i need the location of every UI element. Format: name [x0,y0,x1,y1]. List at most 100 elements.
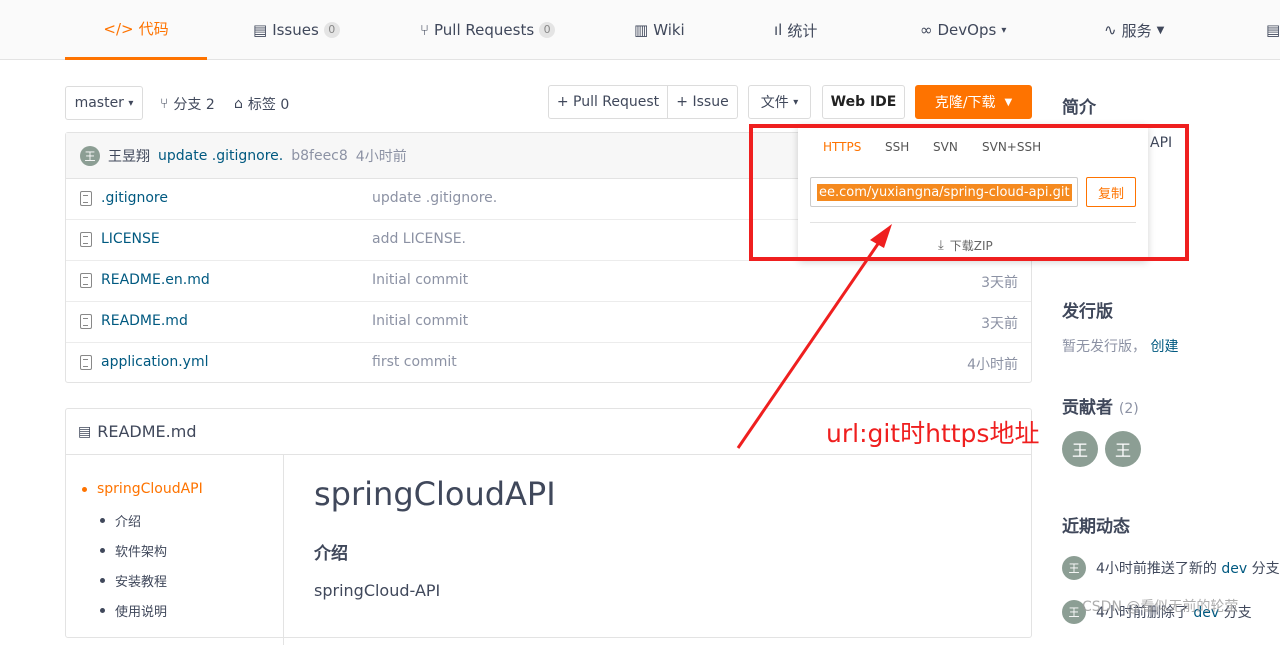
avatar[interactable]: 王 [1062,556,1086,580]
file-name[interactable]: .gitignore [101,190,168,206]
branches-link[interactable]: ⑂ 分支 2 [160,94,215,114]
commit-hash[interactable]: b8feec8 [291,148,348,164]
tab-service-label: 服务 [1121,21,1152,40]
intro-heading: 简介 [1062,98,1096,118]
infinity-icon: ∞ [920,21,933,39]
release-heading: 发行版 [1062,302,1113,322]
file-name[interactable]: README.md [101,313,188,329]
file-time: 3天前 [981,275,1018,291]
tab-code[interactable]: </> 代码 [65,0,207,60]
pr-count-badge: 0 [539,22,556,38]
tab-service[interactable]: ∿ 服务 ▼ [1104,0,1164,60]
toc-item[interactable]: 安装教程 [100,571,167,590]
web-ide-button[interactable]: Web IDE [822,85,905,119]
tags-label: 标签 0 [247,97,290,113]
tag-icon: ⌂ [234,96,243,112]
book-icon: ▥ [634,21,649,39]
file-time: 3天前 [981,316,1018,332]
file-commit-message[interactable]: Initial commit [372,313,468,329]
annotation-label: url:git时https地址 [826,419,1040,448]
readme-toc: springCloudAPI 介绍 软件架构 安装教程 使用说明 [66,455,284,645]
toc-label: springCloudAPI [97,481,203,497]
file-name[interactable]: LICENSE [101,231,160,247]
file-commit-message[interactable]: first commit [372,354,457,370]
activity-text-suffix: 分支 [1251,561,1280,577]
new-pull-request-button[interactable]: + Pull Request [548,85,668,119]
new-pull-request-label: + Pull Request [556,94,660,110]
toc-item[interactable]: springCloudAPI [82,481,203,497]
tab-devops[interactable]: ∞ DevOps ▾ [920,0,1006,60]
bullet-icon [100,578,105,583]
tab-pr-label: Pull Requests [434,21,535,39]
activity-branch-link[interactable]: dev [1221,561,1247,577]
file-icon [80,191,92,206]
bullet-icon [100,518,105,523]
branch-icon: ⑂ [160,96,169,112]
avatar[interactable]: 王 [80,145,100,166]
commit-message[interactable]: update .gitignore. [158,148,283,164]
tab-code-label: 代码 [138,20,169,38]
file-name[interactable]: application.yml [101,354,209,370]
avatar[interactable]: 王 [1105,431,1141,467]
create-release-link[interactable]: 创建 [1150,339,1178,355]
tab-stats-label: 统计 [787,21,818,40]
file-icon [80,232,92,247]
tab-pull-requests[interactable]: ⑂ Pull Requests 0 [420,0,556,60]
file-commit-message[interactable]: update .gitignore. [372,190,497,206]
tab-wiki-label: Wiki [653,21,685,39]
commit-time: 4小时前 [355,148,407,165]
table-row[interactable]: README.en.md Initial commit 3天前 [66,261,1031,302]
issues-count-badge: 0 [323,22,340,38]
bullet-icon [82,486,87,492]
toc-item[interactable]: 介绍 [100,511,141,530]
branch-select[interactable]: master ▾ [65,86,143,120]
clone-download-button[interactable]: 克隆/下载 ▼ [915,85,1032,119]
readme-filename: README.md [97,422,197,441]
activity-item: 4小时前推送了新的 dev 分支 [1096,558,1280,578]
issues-icon: ▤ [253,21,268,39]
file-commit-message[interactable]: add LICENSE. [372,231,466,247]
toc-label: 介绍 [115,515,142,530]
chevron-down-icon: ▼ [1004,96,1013,108]
pull-request-icon: ⑂ [420,21,430,39]
table-row[interactable]: application.yml first commit 4小时前 [66,343,1031,384]
tab-wiki[interactable]: ▥ Wiki [634,0,685,60]
watermark: CSDN @看似无前的轮萤 [1082,599,1239,615]
bullet-icon [100,608,105,613]
chevron-down-icon: ▾ [793,96,799,108]
toc-item[interactable]: 使用说明 [100,601,167,620]
file-icon [80,273,92,288]
release-none-text: 暂无发行版， [1062,339,1146,355]
tab-stats[interactable]: ıl 统计 [774,0,817,60]
branch-select-value: master [74,95,124,111]
more-icon[interactable]: ▤ [1266,0,1280,60]
file-name[interactable]: README.en.md [101,272,210,288]
table-row[interactable]: README.md Initial commit 3天前 [66,302,1031,343]
activity-heading: 近期动态 [1062,517,1130,537]
tab-issues[interactable]: ▤ Issues 0 [253,0,340,60]
tags-link[interactable]: ⌂ 标签 0 [234,94,289,114]
toc-label: 使用说明 [115,605,168,620]
file-menu-label: 文件 [760,95,789,111]
file-icon [80,355,92,370]
chevron-down-icon: ▾ [1001,24,1007,36]
readme-title: springCloudAPI [314,475,556,513]
chevron-down-icon: ▾ [128,97,134,109]
release-status: 暂无发行版， 创建 [1062,336,1178,356]
highlight-box [749,124,1189,261]
web-ide-label: Web IDE [830,94,897,110]
readme-body: springCloud-API [314,581,441,600]
file-commit-message[interactable]: Initial commit [372,272,468,288]
activity-text: 4小时前推送了新的 [1096,561,1217,577]
pulse-icon: ∿ [1104,21,1117,39]
new-issue-button[interactable]: + Issue [667,85,738,119]
commit-author[interactable]: 王昱翔 [108,146,150,166]
clone-download-label: 克隆/下载 [934,95,996,111]
chevron-down-icon: ▼ [1156,24,1165,36]
avatar[interactable]: 王 [1062,431,1098,467]
contributors-heading: 贡献者 (2) [1062,393,1139,418]
file-menu-button[interactable]: 文件 ▾ [748,85,811,119]
code-icon: </> [103,19,134,38]
toc-item[interactable]: 软件架构 [100,541,167,560]
repo-nav: </> 代码 ▤ Issues 0 ⑂ Pull Requests 0 ▥ Wi… [0,0,1280,60]
